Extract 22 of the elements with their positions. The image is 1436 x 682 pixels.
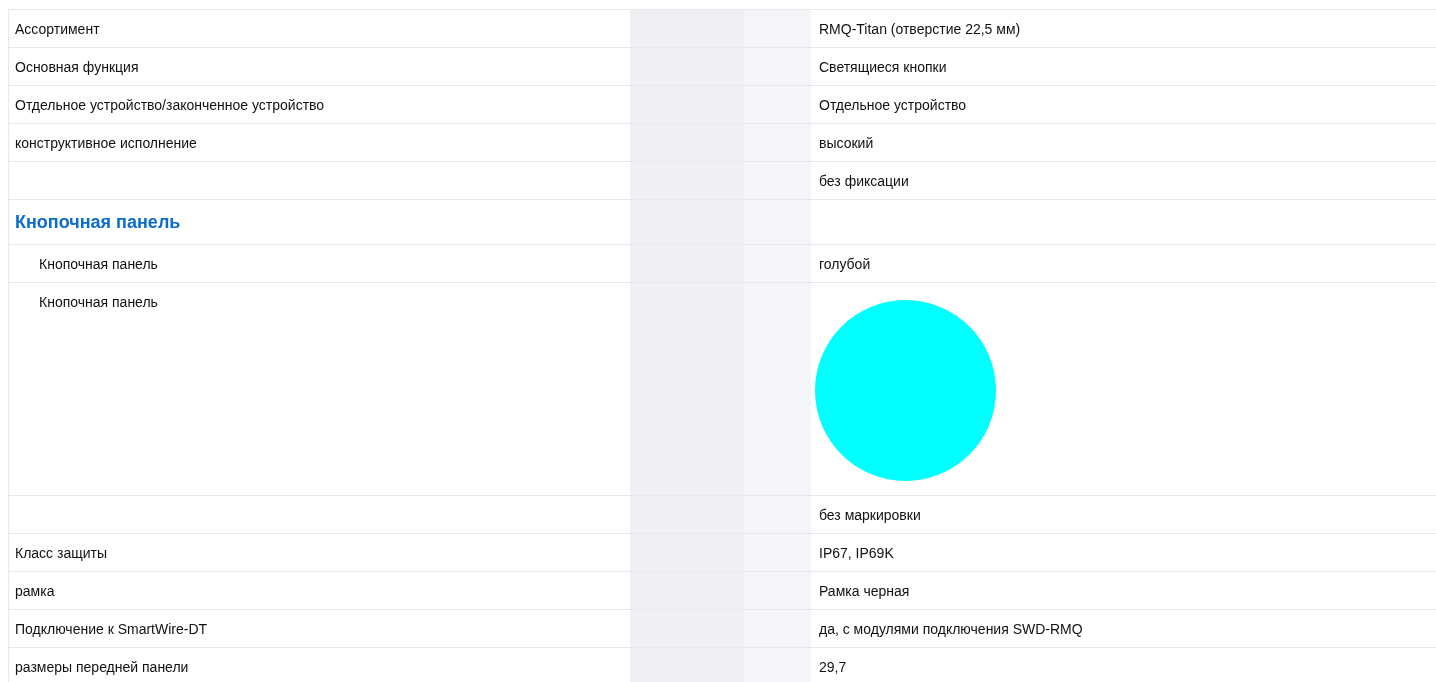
property-value: Отдельное устройство [819, 96, 967, 115]
property-label: Отдельное устройство/законченное устройство [15, 96, 325, 115]
property-value: без маркировки [819, 506, 921, 525]
property-value: голубой [819, 255, 871, 274]
section-heading: Кнопочная панель [15, 210, 181, 234]
property-value: да, с модулями подключения SWD-RMQ [819, 620, 1083, 639]
property-value: высокий [819, 134, 874, 153]
property-value: Рамка черная [819, 582, 910, 601]
property-label: размеры передней панели [15, 658, 189, 677]
property-value: 29,7 [819, 658, 847, 677]
property-label: Кнопочная панель [38, 293, 158, 312]
property-label: Класс защиты [15, 544, 108, 563]
property-value: без фиксации [819, 172, 909, 191]
property-label: конструктивное исполнение [15, 134, 197, 153]
property-value: Светящиеся кнопки [819, 58, 947, 77]
property-label: рамка [15, 582, 55, 601]
property-value: RMQ-Titan (отверстие 22,5 мм) [819, 20, 1021, 39]
property-label: Кнопочная панель [38, 255, 158, 274]
property-label: Ассортимент [15, 20, 100, 39]
property-label: Подключение к SmartWire-DT [15, 620, 208, 639]
property-label: Основная функция [15, 58, 139, 77]
property-value: IP67, IP69K [819, 544, 894, 563]
